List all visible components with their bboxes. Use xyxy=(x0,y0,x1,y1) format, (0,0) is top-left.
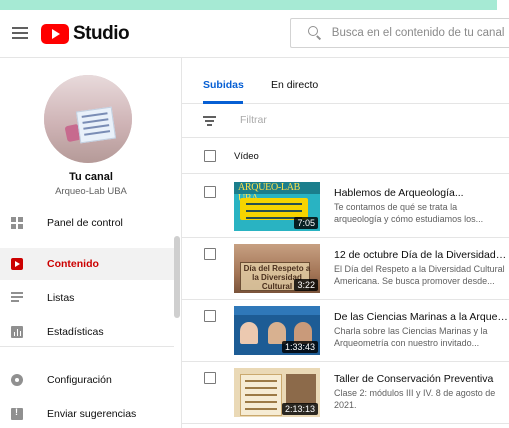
row-checkbox[interactable] xyxy=(204,248,216,260)
sidebar-item-label: Listas xyxy=(47,292,75,304)
gear-icon xyxy=(11,374,23,386)
sidebar-item-analytics[interactable]: Estadísticas xyxy=(0,316,174,348)
video-duration: 7:05 xyxy=(294,217,318,229)
table-header: Vídeo xyxy=(182,138,509,174)
filter-icon[interactable] xyxy=(203,116,216,126)
analytics-icon xyxy=(11,326,23,338)
logo-text: Studio xyxy=(73,23,130,44)
sidebar: Tu canal Arqueo-Lab UBA Panel de control… xyxy=(0,58,182,428)
video-description: Charla sobre las Ciencias Marinas y la A… xyxy=(334,326,488,348)
video-title[interactable]: Hablemos de Arqueología... xyxy=(334,187,509,199)
sidebar-item-label: Enviar sugerencias xyxy=(47,408,137,420)
column-video-header: Vídeo xyxy=(234,151,259,162)
video-description: Clase 2: módulos III y IV. 8 de agosto d… xyxy=(334,388,496,410)
feedback-icon xyxy=(11,407,23,420)
sidebar-divider xyxy=(0,346,174,347)
sidebar-scrollbar[interactable] xyxy=(174,236,180,318)
row-checkbox[interactable] xyxy=(204,372,216,384)
studio-logo[interactable]: Studio xyxy=(41,22,130,46)
sidebar-item-label: Panel de control xyxy=(47,217,123,229)
video-duration: 1:33:43 xyxy=(281,341,318,353)
video-description: Te contamos de qué se trata la arqueolog… xyxy=(334,202,484,224)
video-thumbnail[interactable]: Día del Respeto a la Diversidad Cultural… xyxy=(234,244,320,293)
table-row[interactable]: Día del Respeto a la Diversidad Cultural… xyxy=(182,238,509,300)
video-title[interactable]: Taller de Conservación Preventiva xyxy=(334,373,509,385)
content-main: Subidas En directo Vídeo ARQUEO-LAB UBA … xyxy=(182,58,509,428)
content-tabs: Subidas En directo xyxy=(182,58,509,104)
hamburger-menu-icon[interactable] xyxy=(12,27,28,39)
search-bar xyxy=(290,18,509,48)
row-checkbox[interactable] xyxy=(204,310,216,322)
playlists-icon xyxy=(11,292,23,304)
tab-live[interactable]: En directo xyxy=(271,79,318,91)
video-duration: 2:13:13 xyxy=(281,403,318,415)
video-title[interactable]: De las Ciencias Marinas a la Arqueom... xyxy=(334,311,509,323)
sidebar-item-feedback[interactable]: Enviar sugerencias xyxy=(0,398,174,428)
sidebar-item-playlists[interactable]: Listas xyxy=(0,282,174,314)
search-icon[interactable] xyxy=(308,26,322,40)
filter-bar xyxy=(182,104,509,138)
sidebar-item-content[interactable]: Contenido xyxy=(0,248,174,280)
filter-input[interactable] xyxy=(240,114,440,126)
video-description: El Día del Respeto a la Diversidad Cultu… xyxy=(334,264,505,286)
sidebar-item-label: Contenido xyxy=(47,258,99,270)
dashboard-icon xyxy=(11,217,23,229)
channel-title: Tu canal xyxy=(69,171,113,183)
search-input[interactable] xyxy=(331,27,509,39)
content-icon xyxy=(11,258,23,270)
sidebar-item-settings[interactable]: Configuración xyxy=(0,364,174,396)
video-thumbnail[interactable]: 2:13:13 xyxy=(234,368,320,417)
row-checkbox[interactable] xyxy=(204,186,216,198)
video-duration: 3:22 xyxy=(294,279,318,291)
video-thumbnail[interactable]: ARQUEO-LAB UBA 7:05 xyxy=(234,182,320,231)
video-title[interactable]: 12 de octubre Día de la Diversidad Cul..… xyxy=(334,249,509,261)
sidebar-item-label: Estadísticas xyxy=(47,326,104,338)
sidebar-item-label: Configuración xyxy=(47,374,112,386)
sidebar-item-dashboard[interactable]: Panel de control xyxy=(0,207,174,239)
select-all-checkbox[interactable] xyxy=(204,150,216,162)
table-row[interactable]: 1:33:43 De las Ciencias Marinas a la Arq… xyxy=(182,300,509,362)
channel-avatar[interactable] xyxy=(44,75,132,163)
tab-uploads[interactable]: Subidas xyxy=(203,79,244,91)
video-thumbnail[interactable]: 1:33:43 xyxy=(234,306,320,355)
table-row[interactable]: ARQUEO-LAB UBA 7:05 Hablemos de Arqueolo… xyxy=(182,176,509,238)
channel-name: Arqueo-Lab UBA xyxy=(55,186,127,197)
top-banner-strip xyxy=(0,0,497,10)
table-row[interactable]: 2:13:13 Taller de Conservación Preventiv… xyxy=(182,362,509,424)
app-header: Studio xyxy=(0,10,509,56)
youtube-play-icon xyxy=(41,24,69,44)
